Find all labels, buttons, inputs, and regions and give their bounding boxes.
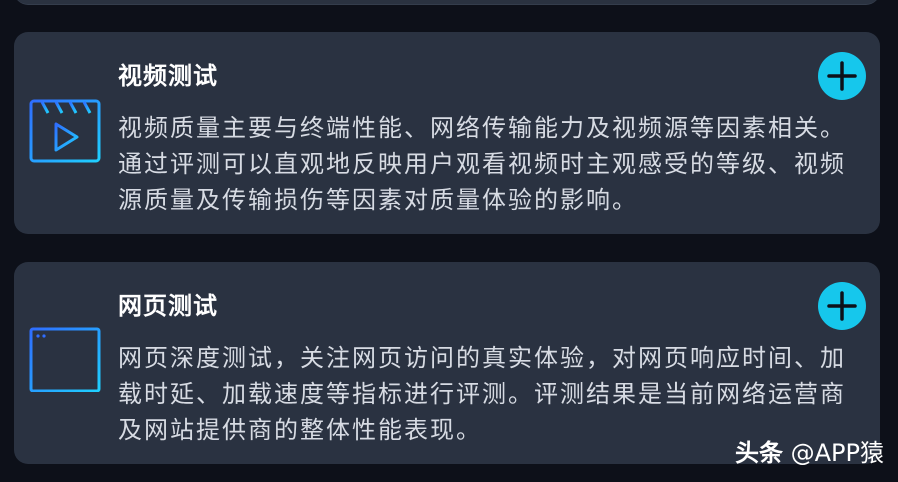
watermark-brand: 头条 xyxy=(734,439,783,467)
watermark: 头条 @APP猿 xyxy=(735,433,884,468)
add-web-test-button[interactable] xyxy=(818,282,866,330)
previous-card-edge xyxy=(14,0,880,5)
card-description: 网页深度测试，关注网页访问的真实体验，对网页响应时间、加载时延、加载速度等指标进… xyxy=(118,344,846,444)
plus-icon xyxy=(827,61,857,91)
watermark-handle: @APP猿 xyxy=(790,439,884,467)
video-clapper-icon xyxy=(28,98,102,164)
card-description: 视频质量主要与终端性能、网络传输能力及视频源等因素相关。通过评测可以直观地反映用… xyxy=(118,114,846,214)
card-title: 视频测试 xyxy=(118,62,218,90)
browser-window-icon xyxy=(28,326,102,393)
add-video-test-button[interactable] xyxy=(818,52,866,100)
plus-icon xyxy=(827,291,857,321)
video-test-card[interactable]: 视频测试 视频质量主要与终端性能、网络传输能力及视频源等因素相关。通过评测可以直… xyxy=(14,32,880,234)
page: 视频测试 视频质量主要与终端性能、网络传输能力及视频源等因素相关。通过评测可以直… xyxy=(0,0,898,482)
card-title: 网页测试 xyxy=(118,292,218,320)
